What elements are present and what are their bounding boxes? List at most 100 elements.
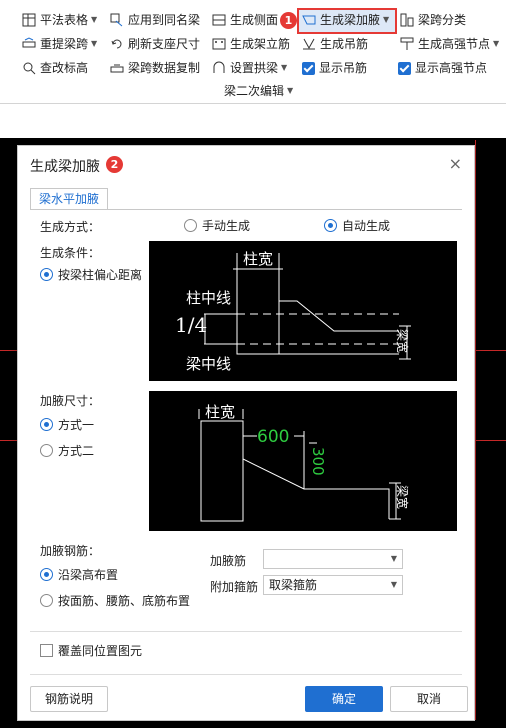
size-method2-label: 方式二: [58, 444, 95, 458]
reextract-span-button[interactable]: 重提梁跨 ▼: [22, 34, 97, 54]
rebar-label: 加腋钢筋：: [40, 544, 101, 558]
show-hs-node-checkbox[interactable]: 显示高强节点: [398, 58, 487, 78]
cond-label: 生成条件：: [40, 246, 101, 260]
dim-horizontal-label: 600: [257, 427, 290, 447]
haunch-bar-select[interactable]: ▼: [263, 549, 403, 569]
cancel-button[interactable]: 取消: [390, 686, 468, 712]
cad-line: [475, 140, 476, 720]
check-elevation-label: 查改标高: [40, 61, 89, 75]
erection-bar-icon: [212, 37, 226, 51]
copy-icon: [110, 61, 124, 75]
canvas-separator: [0, 104, 506, 138]
radio-unchecked-icon: [40, 594, 53, 607]
diagram-dimension: 柱宽 600 300 梁宽: [149, 391, 457, 531]
group-label-beam-edit[interactable]: 梁二次编辑 ▼: [224, 81, 293, 101]
tab-horizontal-haunch[interactable]: 梁水平加腋: [30, 188, 108, 210]
ok-button[interactable]: 确定: [305, 686, 383, 712]
pingfa-table-label: 平法表格: [40, 13, 89, 27]
set-arch-beam-label: 设置拱梁: [230, 61, 279, 75]
dialog-title: 生成梁加腋: [30, 159, 100, 175]
chevron-down-icon: ▼: [390, 554, 397, 563]
ratio-label: 1/4: [175, 313, 208, 337]
divider: [30, 631, 462, 632]
pingfa-table-button[interactable]: 平法表格 ▼: [22, 10, 97, 30]
reextract-span-label: 重提梁跨: [40, 37, 89, 51]
rebar-help-button[interactable]: 钢筋说明: [30, 686, 108, 712]
generate-hanger-label: 生成吊筋: [320, 37, 369, 51]
set-arch-beam-button[interactable]: 设置拱梁 ▼: [212, 58, 287, 78]
show-hs-node-label: 显示高强节点: [415, 61, 488, 75]
generate-haunch-button[interactable]: 生成梁加腋 ▼: [302, 10, 389, 30]
size-method1-radio[interactable]: 方式一: [40, 416, 94, 433]
tab-underline: [30, 209, 462, 210]
refresh-support-size-button[interactable]: 刷新支座尺寸: [110, 34, 200, 54]
col-width-label-1: 柱宽: [243, 250, 274, 268]
apply-same-beam-button[interactable]: 应用到同名梁: [110, 10, 200, 30]
arch-icon: [212, 61, 226, 75]
rebar-by-type-radio[interactable]: 按面筋、腰筋、底筋布置: [40, 592, 190, 609]
table-icon: [22, 13, 36, 27]
radio-checked-icon: [40, 568, 53, 581]
side-bar-icon: [212, 13, 226, 27]
checkbox-checked-icon: [398, 61, 411, 75]
mode-auto-label: 自动生成: [342, 219, 391, 233]
chevron-down-icon: ▼: [390, 580, 397, 589]
mode-auto-radio[interactable]: 自动生成: [324, 217, 390, 234]
beam-width-label-2: 梁宽: [395, 485, 409, 510]
cad-line: [0, 350, 17, 351]
refresh-icon: [110, 37, 124, 51]
chevron-down-icon: ▼: [287, 86, 294, 95]
check-elevation-button[interactable]: 查改标高: [22, 58, 88, 78]
show-hanger-label: 显示吊筋: [319, 61, 368, 75]
radio-checked-icon: [40, 268, 53, 281]
size-method2-radio[interactable]: 方式二: [40, 442, 94, 459]
radio-checked-icon: [40, 418, 53, 431]
span-classify-button[interactable]: 梁跨分类: [400, 10, 466, 30]
rebar-along-height-radio[interactable]: 沿梁高布置: [40, 566, 118, 583]
rebar-by-type-label: 按面筋、腰筋、底筋布置: [58, 594, 191, 608]
radio-unchecked-icon: [184, 219, 197, 232]
rebar-along-height-label: 沿梁高布置: [58, 568, 119, 582]
generate-side-button[interactable]: 生成侧面: [212, 10, 278, 30]
dim-vertical-label: 300: [309, 447, 327, 476]
generate-hs-node-button[interactable]: 生成高强节点 ▼: [400, 34, 499, 54]
size-label: 加腋尺寸：: [40, 394, 101, 408]
group-label-text: 梁二次编辑: [224, 84, 285, 98]
haunch-icon: [302, 13, 316, 27]
generate-hs-node-label: 生成高强节点: [418, 37, 491, 51]
refresh-support-size-label: 刷新支座尺寸: [128, 37, 201, 51]
cad-line: [475, 350, 506, 351]
cond-eccentric-radio[interactable]: 按梁柱偏心距离: [40, 266, 142, 283]
chevron-down-icon: ▼: [493, 39, 500, 48]
checkbox-checked-icon: [302, 61, 315, 75]
overwrite-checkbox[interactable]: 覆盖同位置图元: [40, 642, 142, 659]
generate-erection-bar-label: 生成架立筋: [230, 37, 291, 51]
beam-center-label: 梁中线: [186, 355, 232, 373]
apply-same-beam-label: 应用到同名梁: [128, 13, 201, 27]
checkbox-unchecked-icon: [40, 644, 53, 657]
span-data-copy-button[interactable]: 梁跨数据复制: [110, 58, 200, 78]
show-hanger-checkbox[interactable]: 显示吊筋: [302, 58, 367, 78]
extra-stirrup-select[interactable]: 取梁箍筋 ▼: [263, 575, 403, 595]
cond-eccentric-label: 按梁柱偏心距离: [58, 268, 143, 282]
cad-line: [475, 440, 506, 441]
refresh-span-icon: [22, 37, 36, 51]
apply-icon: [110, 13, 124, 27]
generate-haunch-label: 生成梁加腋: [320, 13, 381, 27]
radio-unchecked-icon: [40, 444, 53, 457]
col-center-label: 柱中线: [186, 289, 232, 307]
generate-erection-bar-button[interactable]: 生成架立筋: [212, 34, 290, 54]
generate-hanger-button[interactable]: 生成吊筋: [302, 34, 368, 54]
close-icon[interactable]: ×: [449, 154, 462, 173]
col-width-label-2: 柱宽: [205, 403, 236, 421]
node-icon: [400, 37, 414, 51]
mode-manual-radio[interactable]: 手动生成: [184, 217, 250, 234]
chevron-down-icon: ▼: [91, 15, 98, 24]
extra-stirrup-value: 取梁箍筋: [269, 578, 318, 592]
chevron-down-icon: ▼: [281, 63, 288, 72]
overwrite-label: 覆盖同位置图元: [58, 644, 143, 658]
extra-stirrup-label: 附加箍筋: [210, 580, 259, 594]
haunch-bar-label: 加腋筋: [210, 554, 247, 568]
chevron-down-icon: ▼: [91, 39, 98, 48]
search-icon: [22, 61, 36, 75]
